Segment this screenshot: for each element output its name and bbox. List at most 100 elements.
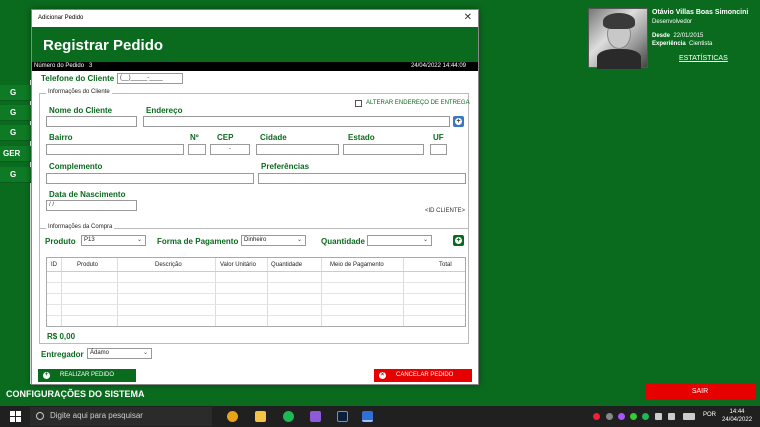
payment-select[interactable]: Dinheiro ⌄ bbox=[241, 235, 306, 246]
product-select[interactable]: P13 ⌄ bbox=[81, 235, 146, 246]
uf-input[interactable] bbox=[430, 144, 447, 155]
order-info-bar: Número do Pedido 3 24/04/2022 14:44:09 bbox=[32, 62, 478, 71]
city-label: Cidade bbox=[260, 133, 287, 142]
order-number-label: Número do Pedido bbox=[34, 63, 85, 69]
uf-label: UF bbox=[433, 133, 444, 142]
page-title: Registrar Pedido bbox=[43, 37, 164, 54]
file-explorer-icon[interactable] bbox=[255, 411, 266, 422]
side-tab-2[interactable]: G bbox=[0, 105, 34, 121]
keyboard-icon[interactable] bbox=[683, 413, 695, 420]
visual-studio-icon[interactable] bbox=[310, 411, 321, 422]
number-label: Nº bbox=[190, 133, 199, 142]
active-app-icon[interactable] bbox=[362, 411, 373, 422]
input-language[interactable]: POR bbox=[703, 412, 716, 418]
tray-app-icon[interactable] bbox=[618, 413, 625, 420]
preferences-label: Preferências bbox=[261, 162, 310, 171]
chevron-down-icon: ⌄ bbox=[296, 237, 302, 243]
taskbar: Digite aqui para pesquisar POR 14:44 24/… bbox=[0, 406, 760, 427]
preferences-input[interactable] bbox=[258, 173, 466, 184]
spotify-icon[interactable] bbox=[283, 411, 294, 422]
profile-since: Desde 22/01/2015 bbox=[652, 33, 703, 39]
cancel-order-button[interactable]: × CANCELAR PEDIDO bbox=[374, 369, 472, 382]
exit-button[interactable]: SAIR bbox=[645, 383, 755, 400]
add-order-dialog: Adicionar Pedido ✕ Registrar Pedido Núme… bbox=[31, 9, 479, 385]
plus-icon: + bbox=[455, 118, 462, 125]
product-label: Produto bbox=[45, 237, 76, 246]
quantity-select[interactable]: ⌄ bbox=[367, 235, 432, 246]
app-background-right bbox=[478, 80, 760, 384]
cep-label: CEP bbox=[217, 133, 234, 142]
deliverer-select[interactable]: Ádamo ⌄ bbox=[87, 348, 152, 359]
column-header-payment-method: Meio de Pagamento bbox=[330, 262, 384, 268]
battery-icon[interactable] bbox=[655, 413, 662, 420]
clock-time: 14:44 bbox=[729, 409, 745, 415]
plus-icon: + bbox=[455, 237, 462, 244]
quantity-label: Quantidade bbox=[321, 237, 366, 246]
close-icon: × bbox=[379, 372, 386, 379]
client-name-input[interactable] bbox=[46, 116, 137, 127]
column-header-description: Descrição bbox=[155, 262, 182, 268]
alter-address-checkbox[interactable] bbox=[355, 100, 362, 107]
payment-select-value: Dinheiro bbox=[244, 237, 267, 243]
state-input[interactable] bbox=[343, 144, 424, 155]
profile-since-value: 22/01/2015 bbox=[673, 33, 704, 39]
profile-experience-label: Experiência bbox=[652, 41, 686, 47]
plus-icon: + bbox=[43, 372, 50, 379]
side-tab-4[interactable]: GER bbox=[0, 146, 34, 162]
client-name-label: Nome do Cliente bbox=[49, 106, 113, 115]
column-header-product: Produto bbox=[77, 262, 99, 268]
profile-avatar bbox=[588, 8, 648, 69]
order-datetime: 24/04/2022 14:44:09 bbox=[410, 63, 466, 69]
statistics-link[interactable]: ESTATÍSTICAS bbox=[679, 55, 728, 62]
tray-app-icon[interactable] bbox=[606, 413, 613, 420]
alter-address-label: ALTERAR ENDEREÇO DE ENTREGA bbox=[366, 100, 470, 106]
cep-input[interactable]: - bbox=[210, 144, 250, 155]
number-input[interactable] bbox=[188, 144, 206, 155]
windows-start-icon[interactable] bbox=[10, 411, 21, 422]
taskbar-clock[interactable]: 14:44 24/04/2022 bbox=[722, 408, 752, 424]
chrome-icon[interactable] bbox=[227, 411, 238, 422]
order-number-value: 3 bbox=[89, 63, 93, 69]
phone-label: Telefone do Cliente bbox=[41, 74, 115, 83]
dialog-banner: Registrar Pedido bbox=[32, 27, 478, 62]
tray-app-icon[interactable] bbox=[630, 413, 637, 420]
client-id: <ID CLIENTE> bbox=[425, 208, 466, 214]
column-header-unit-price: Valor Unitário bbox=[220, 262, 256, 268]
side-tab-3[interactable]: G bbox=[0, 125, 34, 141]
side-tab-5[interactable]: G bbox=[0, 167, 34, 183]
add-item-button[interactable]: + bbox=[453, 235, 464, 246]
column-header-quantity: Quantidade bbox=[271, 262, 303, 268]
volume-icon[interactable] bbox=[668, 413, 675, 420]
side-tab-1[interactable]: G bbox=[0, 85, 34, 101]
birth-date-input[interactable]: / / bbox=[46, 200, 137, 211]
chevron-down-icon: ⌄ bbox=[142, 350, 148, 356]
district-input[interactable] bbox=[46, 144, 184, 155]
profile-role: Desenvolvedor bbox=[652, 19, 693, 25]
tray-app-icon[interactable] bbox=[642, 413, 649, 420]
address-label: Endereço bbox=[146, 106, 183, 115]
column-header-total: Total bbox=[439, 262, 452, 268]
chevron-down-icon: ⌄ bbox=[136, 237, 142, 243]
complement-label: Complemento bbox=[49, 162, 103, 171]
profile-since-label: Desde bbox=[652, 33, 671, 39]
chevron-down-icon: ⌄ bbox=[422, 237, 428, 243]
complement-input[interactable] bbox=[46, 173, 254, 184]
birth-date-label: Data de Nascimento bbox=[49, 190, 126, 199]
add-address-button[interactable]: + bbox=[453, 116, 464, 127]
client-info-group-title: Informações do Cliente bbox=[46, 89, 112, 95]
photoshop-icon[interactable] bbox=[337, 411, 348, 422]
phone-input[interactable]: (__)_____-____ bbox=[117, 73, 183, 84]
address-input[interactable] bbox=[143, 116, 450, 127]
close-icon[interactable]: ✕ bbox=[464, 12, 472, 23]
tray-app-icon[interactable] bbox=[593, 413, 600, 420]
city-input[interactable] bbox=[256, 144, 339, 155]
taskbar-search-input[interactable]: Digite aqui para pesquisar bbox=[30, 407, 212, 426]
profile-name: Otávio Villas Boas Simoncini bbox=[652, 9, 749, 16]
system-settings-label[interactable]: CONFIGURAÇÕES DO SISTEMA bbox=[6, 389, 145, 399]
deliverer-label: Entregador bbox=[41, 350, 84, 359]
confirm-order-label: REALIZAR PEDIDO bbox=[60, 372, 115, 378]
order-number: Número do Pedido 3 bbox=[34, 63, 92, 69]
items-table[interactable]: ID Produto Descrição Valor Unitário Quan… bbox=[46, 257, 466, 327]
confirm-order-button[interactable]: + REALIZAR PEDIDO bbox=[38, 369, 136, 382]
cancel-order-label: CANCELAR PEDIDO bbox=[396, 372, 454, 378]
